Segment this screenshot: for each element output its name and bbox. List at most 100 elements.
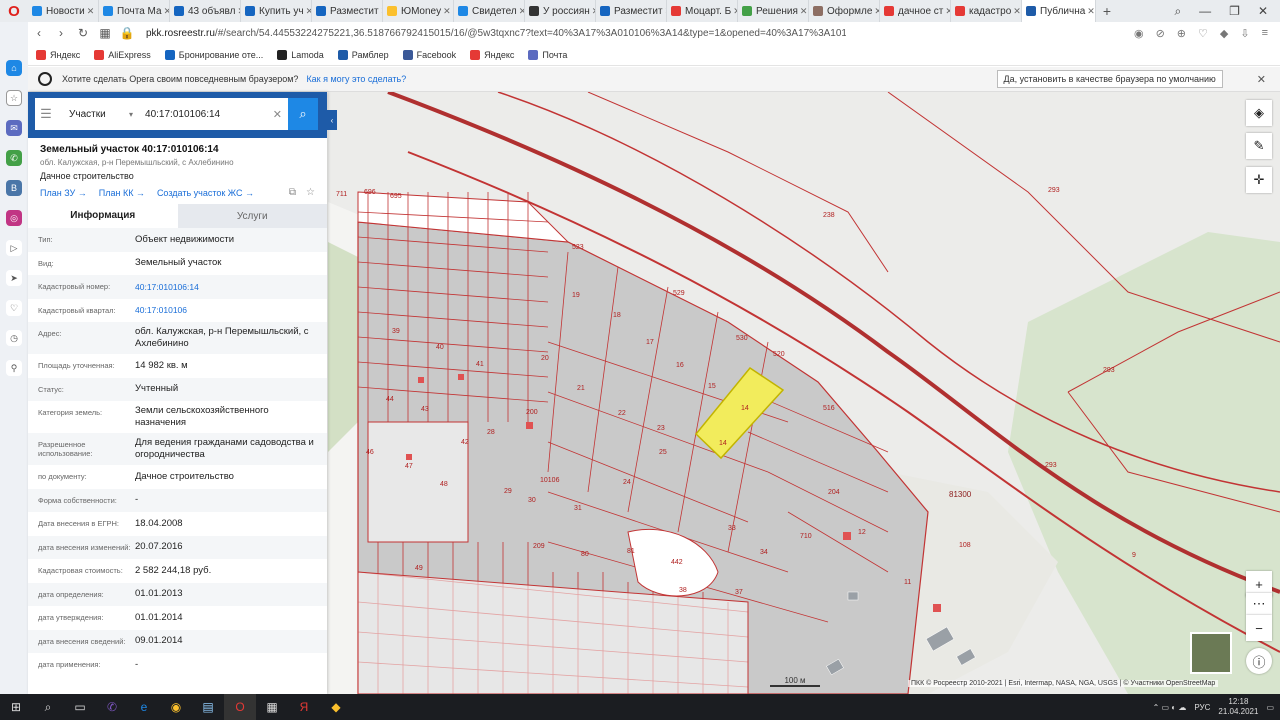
close-tab-icon[interactable]: ✕: [1085, 6, 1095, 17]
plan-zu-link[interactable]: План ЗУ →: [40, 188, 87, 198]
close-tab-icon[interactable]: ✕: [1011, 6, 1021, 17]
send-icon[interactable]: ➤: [6, 270, 22, 286]
set-default-button[interactable]: Да, установить в качестве браузера по ум…: [996, 70, 1223, 88]
layers-button[interactable]: ◈: [1246, 100, 1272, 126]
prompt-link[interactable]: Как я могу это сделать?: [306, 74, 406, 84]
menu-icon[interactable]: ≡: [1262, 27, 1268, 40]
info-icon[interactable]: ⓘ: [1246, 648, 1272, 674]
viber-icon[interactable]: ✆: [96, 694, 128, 720]
start-icon[interactable]: ⊞: [0, 694, 32, 720]
adblock-icon[interactable]: ⊘: [1156, 27, 1165, 40]
favorite-star-icon[interactable]: ☆: [306, 187, 315, 198]
browser-tab[interactable]: Почта Ма✕: [99, 0, 170, 22]
browser-tab[interactable]: Решения ✕: [738, 0, 809, 22]
explorer-icon[interactable]: ▦: [256, 694, 288, 720]
bookmark-item[interactable]: Facebook: [402, 49, 456, 60]
bookmark-item[interactable]: Lamoda: [277, 49, 324, 60]
task-view-icon[interactable]: ▭: [64, 694, 96, 720]
bookmark-icon[interactable]: ⧉: [289, 187, 296, 198]
close-tab-icon[interactable]: ✕: [162, 6, 169, 17]
maximize-icon[interactable]: ❐: [1229, 4, 1240, 19]
opera-taskbar-icon[interactable]: O: [224, 694, 256, 720]
create-parcel-link[interactable]: Создать участок ЖС →: [157, 188, 254, 198]
more-button[interactable]: ⋯: [1246, 593, 1272, 615]
collapse-panel-button[interactable]: ‹: [327, 110, 337, 130]
app-icon[interactable]: ◆: [320, 694, 352, 720]
minimize-icon[interactable]: —: [1199, 4, 1211, 19]
vpn-icon[interactable]: ⊕: [1177, 27, 1186, 40]
close-tab-icon[interactable]: ✕: [304, 6, 311, 17]
browser-tab[interactable]: 43 объявл✕: [170, 0, 241, 22]
yandex-icon[interactable]: Я: [288, 694, 320, 720]
heart-icon[interactable]: ♡: [1198, 27, 1208, 40]
search-input[interactable]: 40:17:010106:14: [145, 109, 273, 120]
browser-tab[interactable]: Моцарт. Б✕: [667, 0, 738, 22]
edge-icon[interactable]: e: [128, 694, 160, 720]
menu-icon[interactable]: ☰: [35, 106, 57, 122]
url-field[interactable]: pkk.rosreestr.ru/#/search/54.44553224275…: [146, 28, 846, 39]
close-tab-icon[interactable]: ✕: [731, 6, 737, 17]
browser-tab[interactable]: Купить уч✕: [241, 0, 312, 22]
browser-tab[interactable]: кадастро ✕: [951, 0, 1022, 22]
bookmark-item[interactable]: Яндекс: [470, 49, 514, 60]
zoom-out-button[interactable]: −: [1246, 615, 1272, 641]
plan-kk-link[interactable]: План КК →: [99, 188, 145, 198]
close-tab-icon[interactable]: ✕: [85, 6, 95, 17]
info-value-link[interactable]: 40:17:010106:14: [135, 277, 317, 297]
vk-icon[interactable]: В: [6, 180, 22, 196]
close-tab-icon[interactable]: ✕: [441, 6, 451, 17]
settings-icon[interactable]: ⚲: [6, 360, 22, 376]
search-button[interactable]: ⌕: [288, 98, 318, 130]
measure-button[interactable]: ✎: [1246, 133, 1272, 159]
opera-menu-icon[interactable]: O: [0, 0, 28, 22]
search-tabs-icon[interactable]: ⌕: [1174, 4, 1181, 19]
home-icon[interactable]: ⌂: [6, 60, 22, 76]
forward-icon[interactable]: ›: [50, 26, 72, 40]
browser-tab[interactable]: Разместит✕: [312, 0, 383, 22]
browser-tab[interactable]: Оформле✕: [809, 0, 880, 22]
new-tab-button[interactable]: +: [1096, 3, 1118, 19]
browser-tab[interactable]: Свидетел✕: [454, 0, 525, 22]
browser-tab[interactable]: У россиян✕: [525, 0, 596, 22]
notifications-icon[interactable]: ▭: [1266, 703, 1274, 712]
bookmark-item[interactable]: Рамблер: [337, 49, 389, 60]
info-value-link[interactable]: 40:17:010106: [135, 300, 317, 320]
search-icon[interactable]: ⌕: [32, 694, 64, 720]
browser-tab[interactable]: Новости ✕: [28, 0, 99, 22]
satellite-basemap-thumbnail[interactable]: [1190, 632, 1232, 674]
browser-tab[interactable]: Разместит✕: [596, 0, 667, 22]
reload-icon[interactable]: ↻: [72, 26, 94, 40]
bookmark-item[interactable]: Почта: [528, 49, 567, 60]
tab-services[interactable]: Услуги: [177, 204, 327, 228]
close-prompt-icon[interactable]: ✕: [1257, 73, 1266, 86]
extension-icon[interactable]: ◆: [1220, 27, 1228, 40]
clear-icon[interactable]: ✕: [273, 108, 282, 121]
bookmark-item[interactable]: Бронирование оте...: [164, 49, 263, 60]
close-tab-icon[interactable]: ✕: [872, 6, 879, 17]
speed-dial-icon[interactable]: ▦: [94, 26, 116, 40]
whatsapp-icon[interactable]: ✆: [6, 150, 22, 166]
language-indicator[interactable]: РУС: [1194, 703, 1210, 712]
bookmark-item[interactable]: AliExpress: [94, 49, 151, 60]
bookmark-item[interactable]: Яндекс: [36, 49, 80, 60]
camera-icon[interactable]: ◉: [1134, 27, 1144, 40]
player-icon[interactable]: ▷: [6, 240, 22, 256]
tray-icons[interactable]: ⌃ ▭ ◐ ☁: [1153, 703, 1187, 712]
category-select[interactable]: Участки: [69, 109, 129, 120]
star-icon[interactable]: ☆: [6, 90, 22, 106]
browser-tab[interactable]: дачное ст✕: [880, 0, 951, 22]
browser-tab[interactable]: Публична ✕: [1022, 0, 1096, 22]
browser-tab[interactable]: ЮMoney ✕: [383, 0, 454, 22]
back-icon[interactable]: ‹: [28, 26, 50, 40]
messenger-icon[interactable]: ✉: [6, 120, 22, 136]
clock[interactable]: 12:18 21.04.2021: [1218, 697, 1258, 717]
close-window-icon[interactable]: ✕: [1258, 4, 1268, 19]
close-tab-icon[interactable]: ✕: [517, 6, 524, 17]
download-icon[interactable]: ⇩: [1240, 27, 1249, 40]
files-icon[interactable]: ▤: [192, 694, 224, 720]
instagram-icon[interactable]: ◎: [6, 210, 22, 226]
close-tab-icon[interactable]: ✕: [943, 6, 950, 17]
chevron-down-icon[interactable]: ▾: [129, 110, 133, 119]
locate-button[interactable]: ✛: [1246, 167, 1272, 193]
tab-information[interactable]: Информация: [28, 204, 178, 228]
